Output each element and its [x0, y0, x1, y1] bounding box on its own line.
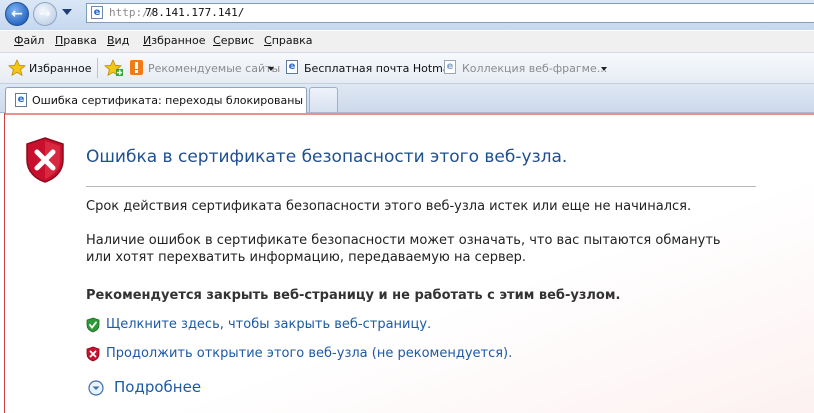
web-slice-gallery-link[interactable]: Коллекция веб-фрагме...: [462, 62, 607, 75]
red-shield-icon: [86, 346, 100, 366]
add-to-favorites-icon[interactable]: [104, 58, 124, 81]
navigation-bar: ← → e http:// 78.141.177.141/: [0, 0, 814, 30]
close-page-link[interactable]: Щелкните здесь, чтобы закрыть веб-страни…: [106, 317, 431, 332]
warning-text-line-2: или хотят перехватить информацию, переда…: [86, 250, 527, 265]
new-tab-button[interactable]: [309, 87, 338, 112]
expired-certificate-text: Срок действия сертификата безопасности э…: [86, 199, 692, 214]
hotmail-link[interactable]: Бесплатная почта Hotmail: [304, 62, 456, 75]
error-page-top-border: [4, 113, 814, 115]
expand-circle-icon[interactable]: [88, 380, 104, 400]
tab-certificate-error[interactable]: e Ошибка сертификата: переходы блокирова…: [5, 87, 307, 113]
web-slice-gallery-icon: e: [444, 60, 456, 74]
menu-favorites[interactable]: Избранное: [143, 34, 205, 47]
page-title: Ошибка в сертификате безопасности этого …: [86, 147, 568, 167]
suggested-sites-dropdown-icon[interactable]: [268, 67, 274, 71]
web-slice-gallery-dropdown-icon[interactable]: [601, 67, 607, 71]
back-button[interactable]: ←: [5, 2, 29, 26]
separator: [97, 58, 98, 78]
recommendation-text: Рекомендуется закрыть веб-страницу и не …: [86, 288, 621, 303]
error-shield-icon: [24, 136, 66, 188]
menu-tools[interactable]: Сервис: [213, 34, 254, 47]
page-icon: e: [91, 6, 103, 19]
tab-page-icon: e: [15, 93, 27, 107]
menu-bar: Файл Правка Вид Избранное Сервис Справка: [0, 31, 814, 53]
favorites-star-icon: [8, 58, 26, 81]
tab-title: Ошибка сертификата: переходы блокированы: [32, 94, 304, 107]
address-bar[interactable]: e http:// 78.141.177.141/: [86, 3, 814, 23]
menu-file[interactable]: Файл: [14, 34, 44, 47]
forward-button[interactable]: →: [33, 2, 57, 26]
warning-text-line-1: Наличие ошибок в сертификате безопасност…: [86, 233, 721, 248]
suggested-sites-link[interactable]: Рекомендуемые сайты: [148, 62, 280, 75]
forward-arrow-icon: →: [39, 6, 51, 22]
menu-help[interactable]: Справка: [264, 34, 312, 47]
green-shield-icon: [86, 317, 100, 337]
favorites-bar: Избранное Рекомендуемые сайты e Бесплатн…: [0, 53, 814, 84]
more-information-link[interactable]: Подробнее: [114, 378, 201, 396]
favorites-button[interactable]: Избранное: [29, 62, 91, 75]
recent-pages-dropdown[interactable]: [62, 9, 72, 15]
menu-view[interactable]: Вид: [107, 34, 129, 47]
continue-to-site-link[interactable]: Продолжить открытие этого веб-узла (не р…: [106, 346, 512, 361]
hotmail-page-icon: e: [286, 60, 298, 74]
address-host: 78.141.177.141/: [145, 6, 245, 19]
suggested-sites-icon: [130, 60, 143, 75]
title-divider: [86, 186, 756, 187]
back-arrow-icon: ←: [11, 6, 23, 22]
menu-edit[interactable]: Правка: [55, 34, 97, 47]
